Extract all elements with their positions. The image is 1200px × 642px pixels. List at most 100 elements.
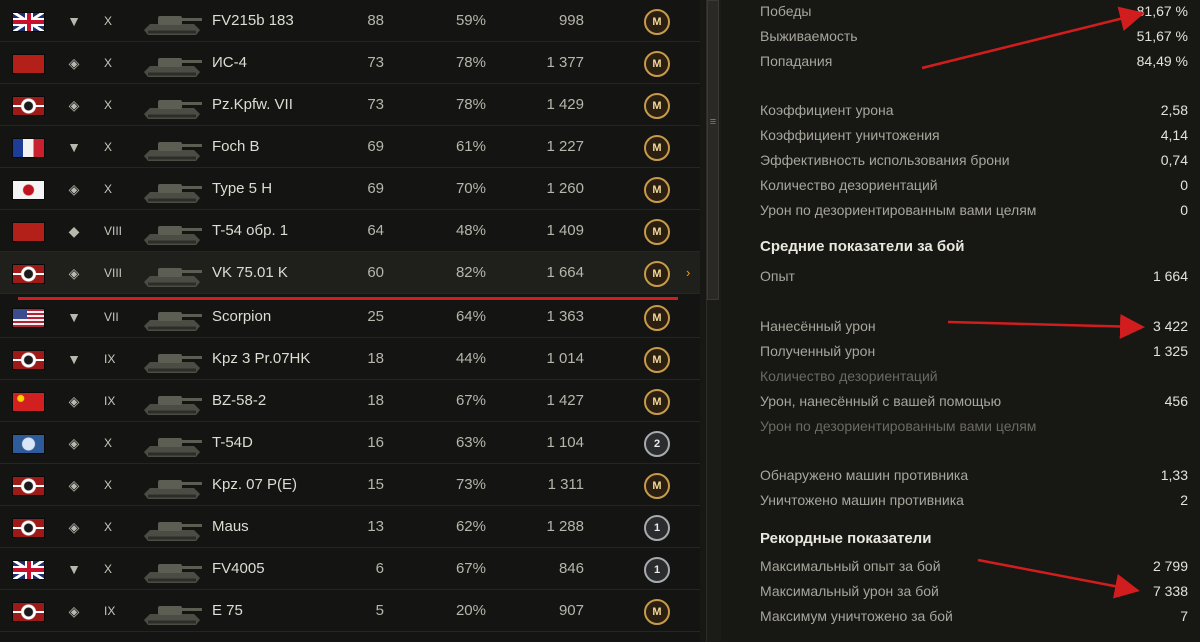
table-row[interactable]: ▼ X FV4005 6 67% 846 1 (0, 548, 700, 590)
stat-value: 2,58 (1160, 102, 1188, 118)
medium-tank-icon: ◈ (68, 181, 80, 197)
table-row[interactable]: ◈ VIII VK 75.01 K 60 82% 1 664 M › (0, 252, 700, 294)
table-row[interactable]: ◈ X Type 5 H 69 70% 1 260 M (0, 168, 700, 210)
tier-label: X (104, 478, 113, 492)
medium-tank-icon: ◈ (68, 519, 80, 535)
table-row[interactable]: ▼ IX Kpz 3 Pr.07HK 18 44% 1 014 M (0, 338, 700, 380)
tank-image (140, 46, 204, 80)
stat-value: 2 (1180, 492, 1188, 508)
stat-label: Урон по дезориентированным вами целям (760, 418, 1037, 434)
avg-exp: 998 (558, 12, 584, 29)
scrollbar-thumb[interactable] (707, 0, 719, 300)
vehicle-name: BZ-58-2 (212, 392, 267, 409)
medium-tank-icon: ◈ (68, 603, 80, 619)
avg-exp: 1 260 (546, 180, 584, 197)
vehicle-name: E 75 (212, 602, 243, 619)
stat-label: Попадания (760, 53, 833, 69)
flag-ussr-icon (12, 54, 45, 74)
table-row[interactable]: ◈ X Kpz. 07 P(E) 15 73% 1 311 M (0, 464, 700, 506)
stat-row: Количество дезориентаций 0 (760, 173, 1188, 197)
grip-icon[interactable]: ≡ (708, 116, 718, 128)
tier-label: X (104, 436, 113, 450)
heavy-tank-icon: ▼ (67, 309, 81, 325)
stats-panel: Победы 81,67 % Выживаемость 51,67 % Попада… (730, 0, 1200, 642)
table-row[interactable]: ▼ X FV215b 183 88 59% 998 M (0, 0, 700, 42)
stat-label: Количество дезориентаций (760, 368, 938, 384)
heavy-tank-icon: ▼ (67, 139, 81, 155)
table-row[interactable]: ◈ X Maus 13 62% 1 288 1 (0, 506, 700, 548)
flag-usa-icon (12, 308, 45, 328)
win-rate: 59% (455, 12, 486, 29)
vehicle-name: T-54D (212, 434, 253, 451)
stat-value: 1,33 (1160, 467, 1188, 483)
win-rate: 82% (455, 264, 486, 281)
tank-image (140, 214, 204, 248)
win-rate: 73% (455, 476, 486, 493)
stat-row: Коэффициент урона 2,58 (760, 98, 1188, 122)
tank-image (140, 510, 204, 544)
tier-label: IX (104, 352, 116, 366)
win-rate: 20% (455, 602, 486, 619)
stat-row: Урон, нанесённый с вашей помощью 456 (760, 389, 1188, 413)
stat-value: 0,74 (1160, 152, 1188, 168)
table-row[interactable]: ◈ IX E 75 5 20% 907 M (0, 590, 700, 632)
tank-image (140, 552, 204, 586)
stat-row: Количество дезориентаций (760, 364, 1188, 388)
medium-tank-icon: ◈ (68, 265, 80, 281)
stat-row: Урон по дезориентированным вами целям (760, 414, 1188, 438)
avg-exp: 1 311 (547, 476, 584, 493)
win-rate: 78% (455, 96, 486, 113)
avg-exp: 907 (558, 602, 584, 619)
stat-label: Количество дезориентаций (760, 177, 938, 193)
tank-image (140, 384, 204, 418)
table-row[interactable]: ▼ VII Scorpion 25 64% 1 363 M (0, 296, 700, 338)
avg-exp: 1 427 (546, 392, 584, 409)
stat-label: Урон, нанесённый с вашей помощью (760, 393, 1002, 409)
flag-china-icon (12, 392, 45, 412)
stat-label: Урон по дезориентированным вами целям (760, 202, 1037, 218)
battles-count: 69 (367, 138, 384, 155)
table-row[interactable]: ◆ VIII T-54 обр. 1 64 48% 1 409 M (0, 210, 700, 252)
tier-label: VIII (104, 224, 123, 238)
flag-intunion-icon (12, 434, 45, 454)
mastery-badge-icon: M (644, 93, 670, 119)
flag-germany-icon (12, 350, 45, 370)
win-rate: 48% (455, 222, 486, 239)
stat-row: Максимум уничтожено за бой 7 (760, 604, 1188, 628)
table-row[interactable]: ◈ IX BZ-58-2 18 67% 1 427 M (0, 380, 700, 422)
vehicle-name: T-54 обр. 1 (212, 222, 289, 239)
tier-label: X (104, 14, 113, 28)
table-row[interactable]: ▼ X Foch B 69 61% 1 227 M (0, 126, 700, 168)
table-row[interactable]: ◈ X ИС-4 73 78% 1 377 M (0, 42, 700, 84)
battles-count: 73 (367, 96, 384, 113)
stat-row: Максимальный опыт за бой 2 799 (760, 554, 1188, 578)
stat-row: Опыт 1 664 (760, 264, 1188, 288)
stat-row: Обнаружено машин противника 1,33 (760, 463, 1188, 487)
stat-value: 456 (1164, 393, 1188, 409)
stat-row: Уничтожено машин противника 2 (760, 488, 1188, 512)
vehicle-name: FV4005 (212, 560, 265, 577)
tier-label: X (104, 520, 113, 534)
mastery-badge-icon: M (644, 347, 670, 373)
avg-exp: 1 409 (546, 222, 584, 239)
battles-count: 73 (367, 54, 384, 71)
mastery-badge-icon: M (644, 473, 670, 499)
heavy-tank-icon: ▼ (67, 351, 81, 367)
vehicle-name: Type 5 H (212, 180, 273, 197)
win-rate: 67% (455, 392, 486, 409)
stat-row: Выживаемость 51,67 % (760, 24, 1188, 48)
stat-row: Урон по дезориентированным вами целям 0 (760, 198, 1188, 222)
stat-row: Попадания 84,49 % (760, 49, 1188, 73)
medium-tank-icon: ◈ (68, 477, 80, 493)
stat-label: Обнаружено машин противника (760, 467, 969, 483)
stat-label: Полученный урон (760, 343, 876, 359)
table-row[interactable]: ◈ X Pz.Kpfw. VII 73 78% 1 429 M (0, 84, 700, 126)
tier-label: IX (104, 394, 116, 408)
stat-label: Нанесённый урон (760, 318, 876, 334)
win-rate: 64% (455, 308, 486, 325)
table-row[interactable]: ◈ X T-54D 16 63% 1 104 2 (0, 422, 700, 464)
heavy-tank-icon: ▼ (67, 561, 81, 577)
heavy-tank-icon: ▼ (67, 13, 81, 29)
stat-value: 84,49 % (1136, 53, 1188, 69)
battles-count: 18 (367, 392, 384, 409)
